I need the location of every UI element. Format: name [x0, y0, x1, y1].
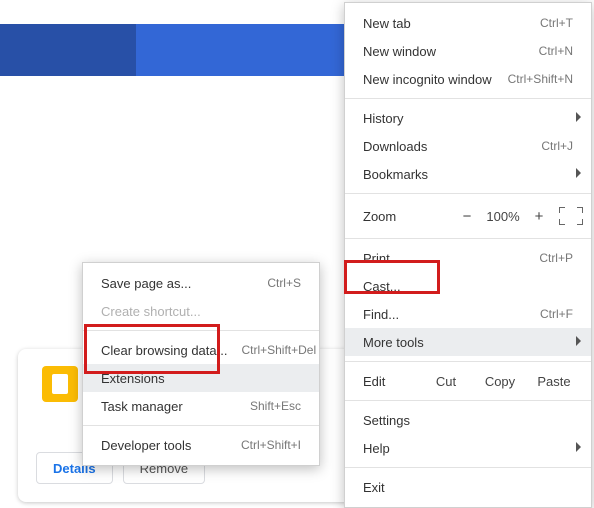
menu-separator — [83, 330, 319, 331]
chevron-right-icon — [576, 442, 581, 452]
menu-task-manager[interactable]: Task managerShift+Esc — [83, 392, 319, 420]
chevron-right-icon — [576, 168, 581, 178]
menu-extensions[interactable]: Extensions — [83, 364, 319, 392]
zoom-value: 100% — [481, 209, 525, 224]
menu-separator — [345, 467, 591, 468]
menu-separator — [345, 361, 591, 362]
menu-history[interactable]: History — [345, 104, 591, 132]
menu-exit[interactable]: Exit — [345, 473, 591, 501]
menu-save-page[interactable]: Save page as...Ctrl+S — [83, 269, 319, 297]
zoom-in-button[interactable]: + — [525, 208, 553, 225]
header-banner — [0, 24, 345, 76]
menu-new-tab[interactable]: New tabCtrl+T — [345, 9, 591, 37]
menu-separator — [345, 238, 591, 239]
menu-clear-browsing-data[interactable]: Clear browsing data...Ctrl+Shift+Del — [83, 336, 319, 364]
edit-paste[interactable]: Paste — [527, 374, 581, 389]
edit-copy[interactable]: Copy — [473, 374, 527, 389]
menu-edit-row: Edit Cut Copy Paste — [345, 367, 591, 395]
menu-help[interactable]: Help — [345, 434, 591, 462]
menu-new-window[interactable]: New windowCtrl+N — [345, 37, 591, 65]
menu-more-tools[interactable]: More tools — [345, 328, 591, 356]
submenu-more-tools: Save page as...Ctrl+S Create shortcut...… — [82, 262, 320, 466]
menu-separator — [83, 425, 319, 426]
header-banner-accent — [0, 24, 136, 76]
menu-downloads[interactable]: DownloadsCtrl+J — [345, 132, 591, 160]
menu-cast[interactable]: Cast... — [345, 272, 591, 300]
menu-developer-tools[interactable]: Developer toolsCtrl+Shift+I — [83, 431, 319, 459]
menu-bookmarks[interactable]: Bookmarks — [345, 160, 591, 188]
menu-new-incognito[interactable]: New incognito windowCtrl+Shift+N — [345, 65, 591, 93]
menu-settings[interactable]: Settings — [345, 406, 591, 434]
fullscreen-icon[interactable] — [559, 207, 583, 225]
chevron-right-icon — [576, 112, 581, 122]
edit-cut[interactable]: Cut — [419, 374, 473, 389]
slides-icon — [42, 366, 78, 402]
menu-separator — [345, 98, 591, 99]
menu-create-shortcut: Create shortcut... — [83, 297, 319, 325]
zoom-out-button[interactable]: − — [453, 208, 481, 225]
menu-zoom: Zoom − 100% + — [345, 199, 591, 233]
chrome-main-menu: New tabCtrl+T New windowCtrl+N New incog… — [344, 2, 592, 508]
menu-find[interactable]: Find...Ctrl+F — [345, 300, 591, 328]
menu-separator — [345, 193, 591, 194]
menu-separator — [345, 400, 591, 401]
chevron-right-icon — [576, 336, 581, 346]
menu-print[interactable]: Print...Ctrl+P — [345, 244, 591, 272]
